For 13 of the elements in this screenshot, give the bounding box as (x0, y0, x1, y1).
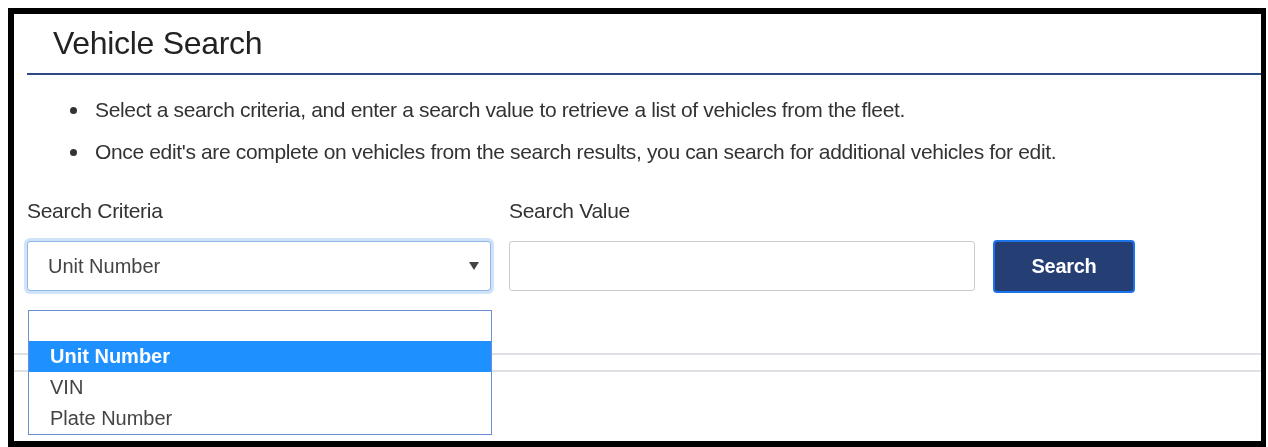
search-button[interactable]: Search (993, 240, 1135, 293)
bullet-icon (70, 148, 77, 156)
caret-icon (468, 261, 480, 271)
field-label: Search Criteria (27, 199, 164, 224)
field-label: Search Value (509, 199, 631, 224)
criteria-dropdown[interactable]: Unit Number (27, 241, 491, 291)
instruction-text: Select a search criteria, and enter a search value to retrieve a list of vehicles from the fleet. (95, 98, 905, 122)
dropdown-option[interactable]: Plate Number (29, 403, 491, 434)
dropdown-option[interactable]: VIN (29, 372, 491, 403)
bullet-icon (70, 106, 77, 114)
instruction-text: Once edit's are complete on vehicles from the search results, you can search for additional vehicles for edit. (95, 140, 1057, 164)
page-title: Vehicle Search (53, 25, 263, 62)
search-value-field[interactable] (509, 241, 975, 291)
